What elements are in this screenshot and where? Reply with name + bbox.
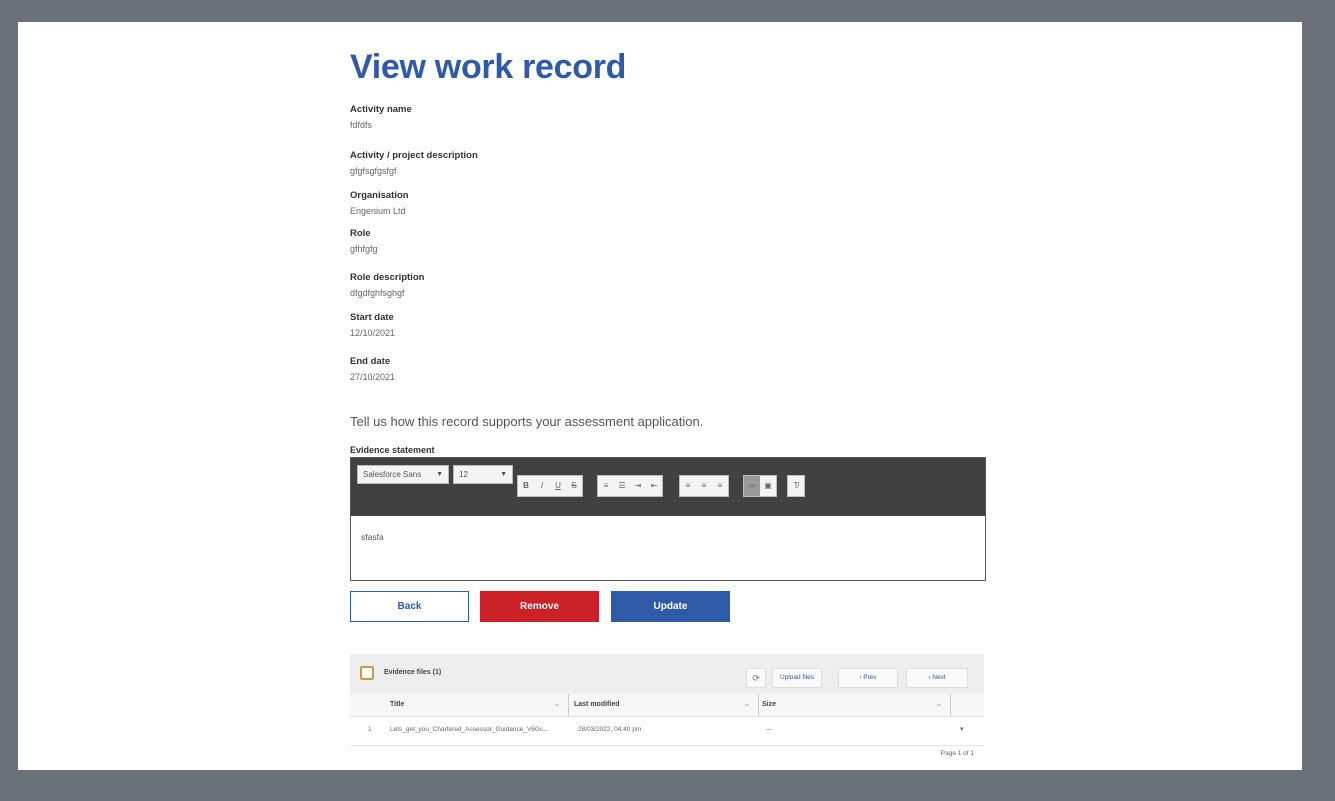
field-label: End date	[350, 356, 391, 367]
update-button[interactable]: Update	[611, 591, 730, 622]
files-header: Evidence files (1) ⟳ Upload files ‹ Prev…	[350, 654, 984, 694]
field-label: Role	[350, 228, 371, 239]
editor-toolbar: Salesforce Sans ▼ 12 ▼ B I U S ≡ ☰ ⇥ ⇤ ≡…	[351, 458, 985, 516]
chevron-down-icon: ⌄	[554, 701, 560, 708]
chevron-down-icon: ⌄	[936, 701, 942, 708]
field-label: Organisation	[350, 190, 409, 201]
page-sheet: View work record Activity name fdfdfs Ac…	[18, 22, 1302, 770]
assessment-prompt: Tell us how this record supports your as…	[350, 414, 704, 429]
bulleted-list-icon[interactable]: ≡	[598, 476, 614, 496]
column-header-title[interactable]: Title ⌄	[390, 694, 569, 716]
field-label: Activity / project description	[350, 150, 478, 161]
outdent-icon[interactable]: ⇤	[646, 476, 662, 496]
files-title: Evidence files (1)	[384, 669, 442, 676]
chevron-down-icon: ⌄	[744, 701, 750, 708]
numbered-list-icon[interactable]: ☰	[614, 476, 630, 496]
page-title: View work record	[350, 48, 627, 86]
chevron-down-icon: ▼	[436, 471, 443, 478]
field-value: dfgdfghfsghgf	[350, 288, 405, 298]
chevron-down-icon: ▼	[500, 471, 507, 478]
field-label: Activity name	[350, 104, 412, 115]
align-left-icon[interactable]: ≡	[680, 476, 696, 496]
bold-icon[interactable]: B	[518, 476, 534, 496]
field-value: fdfdfs	[350, 120, 373, 130]
file-icon	[360, 666, 374, 680]
field-role: Role gfhfgfg	[350, 228, 378, 254]
align-right-icon[interactable]: ≡	[712, 476, 728, 496]
field-label: Role description	[350, 272, 425, 283]
evidence-statement-label: Evidence statement	[350, 445, 435, 455]
prev-page-button[interactable]: ‹ Prev	[838, 668, 898, 688]
column-header-size[interactable]: Size ⌄	[762, 694, 951, 716]
refresh-icon: ⟳	[752, 673, 760, 683]
underline-icon[interactable]: U	[550, 476, 566, 496]
align-center-icon[interactable]: ≡	[696, 476, 712, 496]
align-group: ≡ ≡ ≡	[679, 475, 729, 497]
text-style-group: B I U S	[517, 475, 583, 497]
rich-text-editor: Salesforce Sans ▼ 12 ▼ B I U S ≡ ☰ ⇥ ⇤ ≡…	[350, 457, 986, 581]
clear-formatting-icon[interactable]: T̸	[788, 476, 804, 496]
back-button[interactable]: Back	[350, 591, 469, 622]
field-value: gfgfsgfgsfgf	[350, 166, 397, 176]
evidence-files-panel: Evidence files (1) ⟳ Upload files ‹ Prev…	[350, 654, 984, 770]
font-size-select[interactable]: 12 ▼	[453, 465, 513, 484]
remove-button[interactable]: Remove	[480, 591, 599, 622]
field-organisation: Organisation Engenium Ltd	[350, 190, 409, 216]
field-activity-name: Activity name fdfdfs	[350, 104, 412, 130]
column-header-last-modified[interactable]: Last modified ⌄	[574, 694, 759, 716]
field-value: 12/10/2021	[350, 328, 396, 338]
file-title-link[interactable]: Lets_get_you_Chartered_Assessor_Guidance…	[390, 717, 570, 743]
link-icon[interactable]: ∞	[744, 476, 760, 496]
prev-label: Prev	[863, 674, 877, 681]
italic-icon[interactable]: I	[534, 476, 550, 496]
row-number: 1	[368, 726, 372, 733]
field-start-date: Start date 12/10/2021	[350, 312, 395, 338]
column-label: Title	[390, 701, 405, 708]
insert-group: ∞ ▣	[743, 475, 777, 497]
field-end-date: End date 27/10/2021	[350, 356, 395, 382]
row-actions-icon[interactable]: ▾	[960, 717, 964, 743]
field-value: Engenium Ltd	[350, 206, 406, 216]
list-group: ≡ ☰ ⇥ ⇤	[597, 475, 663, 497]
field-label: Start date	[350, 312, 394, 323]
file-size: —	[766, 726, 773, 733]
indent-icon[interactable]: ⇥	[630, 476, 646, 496]
clear-group: T̸	[787, 475, 805, 497]
font-family-select[interactable]: Salesforce Sans ▼	[357, 465, 449, 484]
font-size-value: 12	[459, 470, 468, 479]
field-value: 27/10/2021	[350, 372, 396, 382]
editor-content[interactable]: sfasfa	[351, 516, 985, 558]
pagination-status: Page 1 of 1	[940, 750, 974, 757]
refresh-button[interactable]: ⟳	[746, 668, 766, 688]
image-icon[interactable]: ▣	[760, 476, 776, 496]
field-value: gfhfgfg	[350, 244, 378, 254]
field-role-description: Role description dfgdfghfsghgf	[350, 272, 424, 298]
next-label: Next	[932, 674, 946, 681]
next-page-button[interactable]: › Next	[906, 668, 968, 688]
table-row: 1 Lets_get_you_Chartered_Assessor_Guidan…	[350, 717, 984, 746]
font-family-value: Salesforce Sans	[363, 470, 422, 479]
files-table-header: Title ⌄ Last modified ⌄ Size ⌄	[350, 694, 984, 717]
file-last-modified: 28/03/2022, 04:40 pm	[578, 726, 642, 733]
strikethrough-icon[interactable]: S	[566, 476, 582, 496]
column-label: Size	[762, 701, 777, 708]
column-label: Last modified	[574, 701, 620, 708]
field-project-description: Activity / project description gfgfsgfgs…	[350, 150, 478, 176]
upload-files-button[interactable]: Upload files	[772, 668, 822, 688]
